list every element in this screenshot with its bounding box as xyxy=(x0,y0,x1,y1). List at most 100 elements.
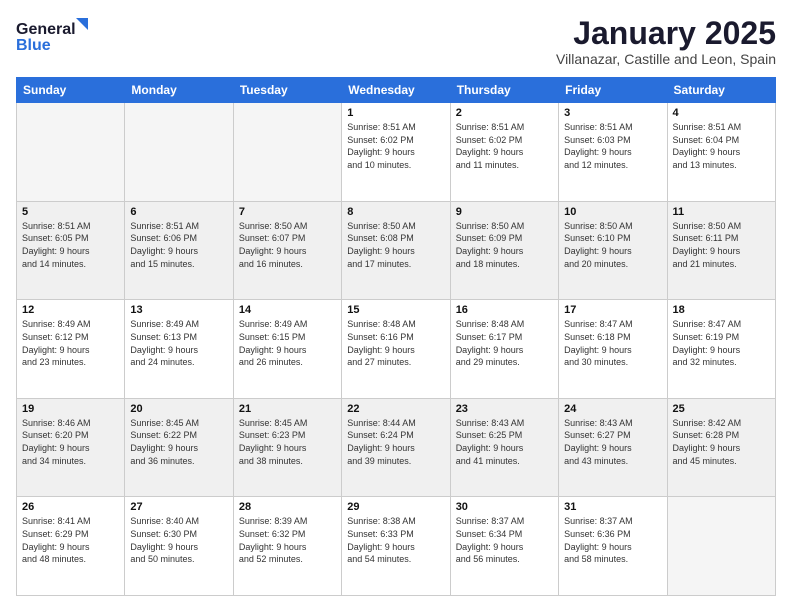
table-row: 12 Sunrise: 8:49 AM Sunset: 6:12 PM Dayli… xyxy=(17,300,125,399)
day-info: Sunrise: 8:38 AM Sunset: 6:33 PM Dayligh… xyxy=(347,515,444,565)
table-row: 5 Sunrise: 8:51 AM Sunset: 6:05 PM Daylig… xyxy=(17,201,125,300)
day-info: Sunrise: 8:48 AM Sunset: 6:17 PM Dayligh… xyxy=(456,318,553,368)
logo-svg: GeneralBlue xyxy=(16,16,96,56)
calendar-week-row: 5 Sunrise: 8:51 AM Sunset: 6:05 PM Daylig… xyxy=(17,201,776,300)
day-info: Sunrise: 8:49 AM Sunset: 6:13 PM Dayligh… xyxy=(130,318,227,368)
day-number: 14 xyxy=(239,304,336,316)
day-info: Sunrise: 8:47 AM Sunset: 6:18 PM Dayligh… xyxy=(564,318,661,368)
table-row: 9 Sunrise: 8:50 AM Sunset: 6:09 PM Daylig… xyxy=(450,201,558,300)
table-row: 1Sunrise: 8:51 AM Sunset: 6:02 PM Daylig… xyxy=(342,103,450,202)
table-row: 7 Sunrise: 8:50 AM Sunset: 6:07 PM Daylig… xyxy=(233,201,341,300)
day-number: 7 xyxy=(239,206,336,218)
day-number: 9 xyxy=(456,206,553,218)
day-number: 17 xyxy=(564,304,661,316)
day-number: 31 xyxy=(564,501,661,513)
day-info: Sunrise: 8:51 AM Sunset: 6:03 PM Dayligh… xyxy=(564,121,661,171)
day-number: 23 xyxy=(456,403,553,415)
day-info: Sunrise: 8:50 AM Sunset: 6:07 PM Dayligh… xyxy=(239,220,336,270)
weekday-header-row: Sunday Monday Tuesday Wednesday Thursday… xyxy=(17,78,776,103)
day-info: Sunrise: 8:46 AM Sunset: 6:20 PM Dayligh… xyxy=(22,417,119,467)
day-number: 12 xyxy=(22,304,119,316)
table-row xyxy=(125,103,233,202)
table-row: 16 Sunrise: 8:48 AM Sunset: 6:17 PM Dayli… xyxy=(450,300,558,399)
header-tuesday: Tuesday xyxy=(233,78,341,103)
table-row: 23 Sunrise: 8:43 AM Sunset: 6:25 PM Dayli… xyxy=(450,398,558,497)
day-info: Sunrise: 8:51 AM Sunset: 6:02 PM Dayligh… xyxy=(456,121,553,171)
day-info: Sunrise: 8:45 AM Sunset: 6:23 PM Dayligh… xyxy=(239,417,336,467)
title-section: January 2025 Villanazar, Castille and Le… xyxy=(556,16,776,67)
table-row: 17 Sunrise: 8:47 AM Sunset: 6:18 PM Dayli… xyxy=(559,300,667,399)
table-row: 18Sunrise: 8:47 AM Sunset: 6:19 PM Dayli… xyxy=(667,300,775,399)
table-row: 26 Sunrise: 8:41 AM Sunset: 6:29 PM Dayli… xyxy=(17,497,125,596)
table-row: 6 Sunrise: 8:51 AM Sunset: 6:06 PM Daylig… xyxy=(125,201,233,300)
day-number: 20 xyxy=(130,403,227,415)
day-number: 2 xyxy=(456,107,553,119)
day-info: Sunrise: 8:37 AM Sunset: 6:36 PM Dayligh… xyxy=(564,515,661,565)
header-wednesday: Wednesday xyxy=(342,78,450,103)
day-number: 25 xyxy=(673,403,770,415)
table-row xyxy=(17,103,125,202)
calendar-week-row: 12 Sunrise: 8:49 AM Sunset: 6:12 PM Dayli… xyxy=(17,300,776,399)
svg-text:Blue: Blue xyxy=(16,37,51,54)
day-number: 29 xyxy=(347,501,444,513)
table-row: 19 Sunrise: 8:46 AM Sunset: 6:20 PM Dayli… xyxy=(17,398,125,497)
day-info: Sunrise: 8:37 AM Sunset: 6:34 PM Dayligh… xyxy=(456,515,553,565)
day-number: 6 xyxy=(130,206,227,218)
header-thursday: Thursday xyxy=(450,78,558,103)
day-number: 19 xyxy=(22,403,119,415)
table-row: 14 Sunrise: 8:49 AM Sunset: 6:15 PM Dayli… xyxy=(233,300,341,399)
table-row: 11Sunrise: 8:50 AM Sunset: 6:11 PM Dayli… xyxy=(667,201,775,300)
day-info: Sunrise: 8:51 AM Sunset: 6:04 PM Dayligh… xyxy=(673,121,770,171)
day-info: Sunrise: 8:51 AM Sunset: 6:05 PM Dayligh… xyxy=(22,220,119,270)
day-info: Sunrise: 8:45 AM Sunset: 6:22 PM Dayligh… xyxy=(130,417,227,467)
day-info: Sunrise: 8:43 AM Sunset: 6:25 PM Dayligh… xyxy=(456,417,553,467)
day-number: 4 xyxy=(673,107,770,119)
day-number: 16 xyxy=(456,304,553,316)
day-info: Sunrise: 8:44 AM Sunset: 6:24 PM Dayligh… xyxy=(347,417,444,467)
day-number: 5 xyxy=(22,206,119,218)
day-info: Sunrise: 8:50 AM Sunset: 6:09 PM Dayligh… xyxy=(456,220,553,270)
table-row: 20 Sunrise: 8:45 AM Sunset: 6:22 PM Dayli… xyxy=(125,398,233,497)
day-info: Sunrise: 8:51 AM Sunset: 6:02 PM Dayligh… xyxy=(347,121,444,171)
header-sunday: Sunday xyxy=(17,78,125,103)
day-info: Sunrise: 8:50 AM Sunset: 6:10 PM Dayligh… xyxy=(564,220,661,270)
day-number: 10 xyxy=(564,206,661,218)
table-row: 4 Sunrise: 8:51 AM Sunset: 6:04 PM Daylig… xyxy=(667,103,775,202)
table-row xyxy=(667,497,775,596)
calendar-week-row: 1Sunrise: 8:51 AM Sunset: 6:02 PM Daylig… xyxy=(17,103,776,202)
day-number: 13 xyxy=(130,304,227,316)
table-row: 8Sunrise: 8:50 AM Sunset: 6:08 PM Daylig… xyxy=(342,201,450,300)
day-info: Sunrise: 8:47 AM Sunset: 6:19 PM Dayligh… xyxy=(673,318,770,368)
day-number: 28 xyxy=(239,501,336,513)
month-title: January 2025 xyxy=(556,16,776,51)
calendar-week-row: 26 Sunrise: 8:41 AM Sunset: 6:29 PM Dayli… xyxy=(17,497,776,596)
day-info: Sunrise: 8:43 AM Sunset: 6:27 PM Dayligh… xyxy=(564,417,661,467)
logo: GeneralBlue xyxy=(16,16,96,56)
day-number: 26 xyxy=(22,501,119,513)
table-row: 29 Sunrise: 8:38 AM Sunset: 6:33 PM Dayli… xyxy=(342,497,450,596)
table-row: 2 Sunrise: 8:51 AM Sunset: 6:02 PM Daylig… xyxy=(450,103,558,202)
day-info: Sunrise: 8:50 AM Sunset: 6:08 PM Dayligh… xyxy=(347,220,444,270)
day-info: Sunrise: 8:49 AM Sunset: 6:12 PM Dayligh… xyxy=(22,318,119,368)
table-row: 13 Sunrise: 8:49 AM Sunset: 6:13 PM Dayli… xyxy=(125,300,233,399)
calendar: Sunday Monday Tuesday Wednesday Thursday… xyxy=(16,77,776,596)
table-row: 15 Sunrise: 8:48 AM Sunset: 6:16 PM Dayli… xyxy=(342,300,450,399)
day-info: Sunrise: 8:41 AM Sunset: 6:29 PM Dayligh… xyxy=(22,515,119,565)
table-row: 25Sunrise: 8:42 AM Sunset: 6:28 PM Dayli… xyxy=(667,398,775,497)
day-number: 3 xyxy=(564,107,661,119)
day-info: Sunrise: 8:50 AM Sunset: 6:11 PM Dayligh… xyxy=(673,220,770,270)
table-row: 22Sunrise: 8:44 AM Sunset: 6:24 PM Dayli… xyxy=(342,398,450,497)
table-row: 10 Sunrise: 8:50 AM Sunset: 6:10 PM Dayli… xyxy=(559,201,667,300)
header-monday: Monday xyxy=(125,78,233,103)
header: GeneralBlue January 2025 Villanazar, Cas… xyxy=(16,16,776,67)
day-number: 27 xyxy=(130,501,227,513)
table-row: 21Sunrise: 8:45 AM Sunset: 6:23 PM Dayli… xyxy=(233,398,341,497)
calendar-week-row: 19 Sunrise: 8:46 AM Sunset: 6:20 PM Dayli… xyxy=(17,398,776,497)
page: GeneralBlue January 2025 Villanazar, Cas… xyxy=(0,0,792,612)
day-info: Sunrise: 8:49 AM Sunset: 6:15 PM Dayligh… xyxy=(239,318,336,368)
day-info: Sunrise: 8:40 AM Sunset: 6:30 PM Dayligh… xyxy=(130,515,227,565)
day-number: 30 xyxy=(456,501,553,513)
day-info: Sunrise: 8:51 AM Sunset: 6:06 PM Dayligh… xyxy=(130,220,227,270)
day-info: Sunrise: 8:48 AM Sunset: 6:16 PM Dayligh… xyxy=(347,318,444,368)
day-number: 15 xyxy=(347,304,444,316)
